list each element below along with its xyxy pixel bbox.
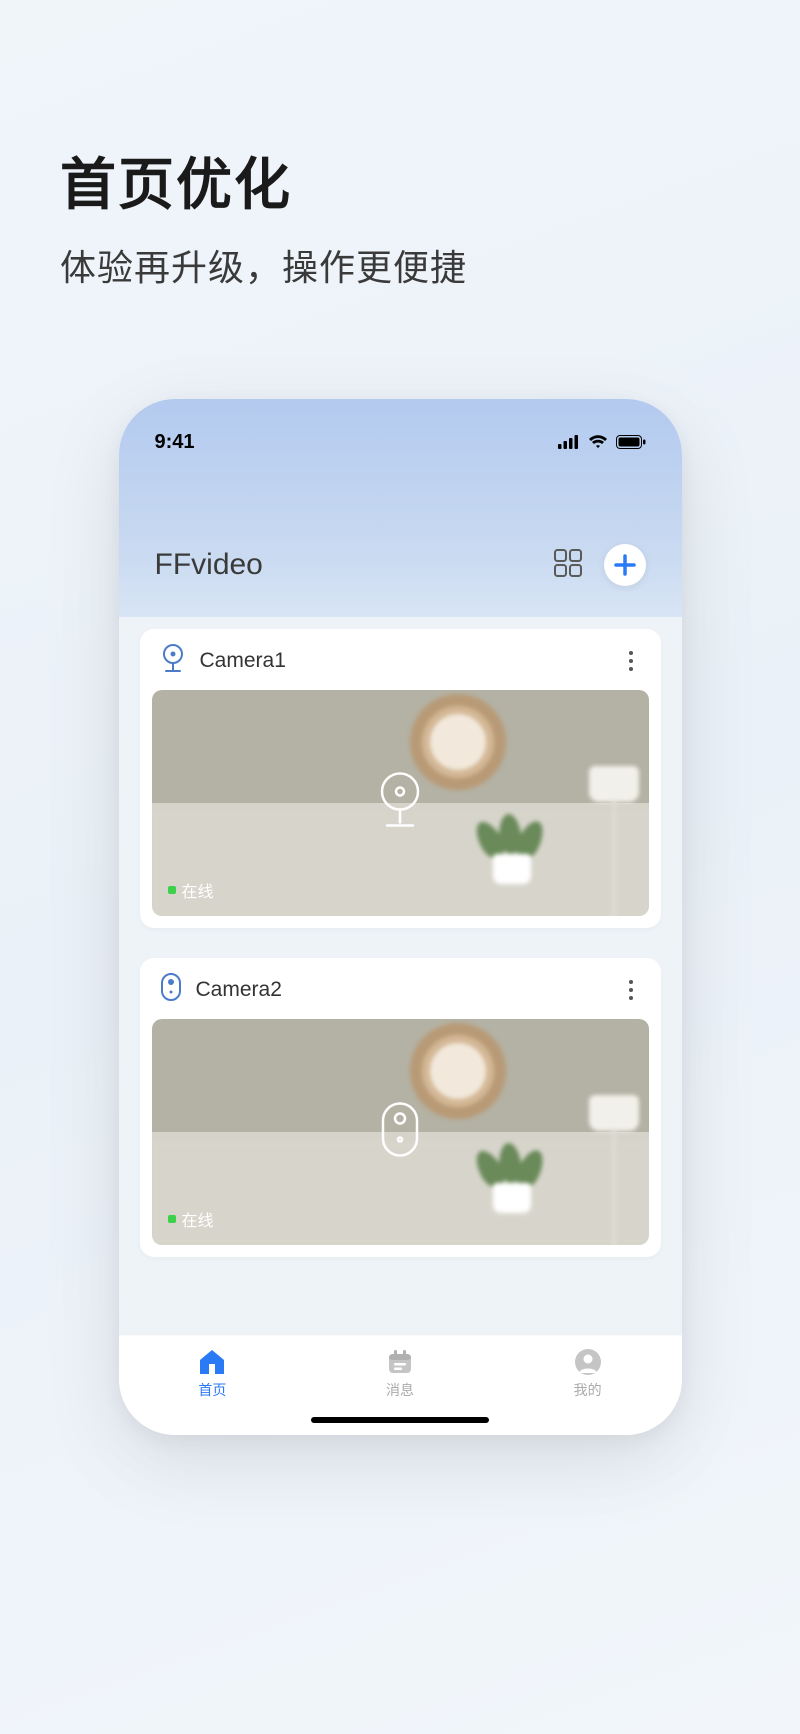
wifi-icon	[588, 435, 608, 449]
app-title: FFvideo	[155, 548, 554, 582]
tab-label: 我的	[574, 1380, 602, 1400]
camera-type-icon	[160, 643, 186, 678]
camera-more-button[interactable]	[621, 651, 641, 671]
camera-card-header: Camera2	[140, 958, 661, 1019]
tab-label: 首页	[198, 1380, 226, 1400]
promo-header: 首页优化 体验再升级，操作更便捷	[0, 0, 800, 331]
grid-view-button[interactable]	[554, 549, 582, 582]
profile-icon	[574, 1348, 602, 1376]
status-dot-icon	[168, 1215, 176, 1223]
status-bar: 9:41	[119, 399, 682, 455]
plus-icon	[613, 553, 637, 577]
camera-card[interactable]: Camera1 在线	[140, 629, 661, 928]
app-header: FFvideo	[119, 544, 682, 586]
calendar-icon	[386, 1348, 414, 1376]
camera-preview[interactable]: 在线	[152, 690, 649, 916]
cellular-icon	[558, 435, 580, 449]
grid-icon	[554, 549, 582, 577]
status-text: 在线	[182, 878, 214, 902]
camera-card[interactable]: Camera2 在线	[140, 958, 661, 1257]
status-time: 9:41	[155, 431, 195, 454]
camera-card-header: Camera1	[140, 629, 661, 690]
online-status: 在线	[168, 878, 214, 902]
promo-title: 首页优化	[60, 140, 740, 221]
home-icon	[197, 1348, 227, 1376]
status-icons	[558, 435, 646, 449]
camera-name: Camera2	[196, 978, 621, 1002]
online-status: 在线	[168, 1207, 214, 1231]
camera-preview[interactable]: 在线	[152, 1019, 649, 1245]
camera-name: Camera1	[200, 649, 621, 673]
home-indicator[interactable]	[311, 1417, 489, 1423]
battery-icon	[616, 435, 646, 449]
camera-type-icon	[160, 972, 182, 1007]
camera-overlay-icon	[375, 771, 425, 836]
tab-home[interactable]: 首页	[119, 1336, 307, 1435]
camera-overlay-icon	[379, 1100, 421, 1165]
status-dot-icon	[168, 886, 176, 894]
tab-mine[interactable]: 我的	[494, 1336, 682, 1435]
promo-subtitle: 体验再升级，操作更便捷	[60, 239, 740, 291]
camera-list: Camera1 在线	[119, 617, 682, 1335]
camera-more-button[interactable]	[621, 980, 641, 1000]
phone-mockup: 9:41 FFvideo	[0, 399, 800, 1435]
status-text: 在线	[182, 1207, 214, 1231]
tab-label: 消息	[386, 1380, 414, 1400]
add-device-button[interactable]	[604, 544, 646, 586]
